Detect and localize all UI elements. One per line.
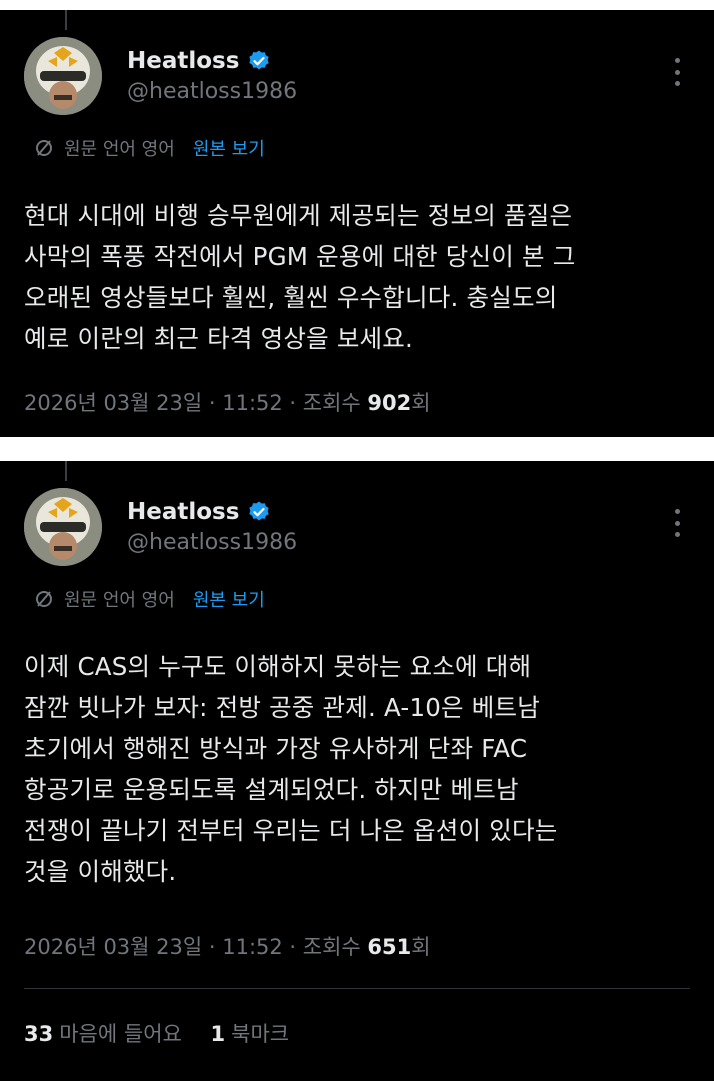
display-name[interactable]: Heatloss [127,48,239,74]
likes-count: 33 [24,1022,54,1046]
thread-line [65,461,67,481]
verified-badge-icon [249,501,270,521]
tweet-meta: 2026년 03월 23일 · 11:52 · 조회수 651회 [24,931,431,961]
view-count: 902 [367,391,412,415]
text-line: 이제 CAS의 누구도 이해하지 못하는 요소에 대해 [24,652,532,681]
text-line: 초기에서 행해진 방식과 가장 유사하게 단좌 FAC [24,734,528,763]
author-row: Heatloss [127,499,271,525]
translate-icon [36,591,52,607]
avatar[interactable] [24,488,102,566]
view-count: 651 [367,935,412,959]
author-row: Heatloss [127,48,271,74]
translated-from-label: 원문 언어 영어 [64,139,175,160]
bookmarks-label: 북마크 [231,1022,290,1046]
tweet-text: 이제 CAS의 누구도 이해하지 못하는 요소에 대해 잠깐 빗나가 보자: 전… [24,646,694,892]
text-line: 잠깐 빗나가 보자: 전방 공중 관제. A-10은 베트남 [24,693,540,722]
text-line: 현대 시대에 비행 승무원에게 제공되는 정보의 품질은 [24,201,573,230]
tweet-text: 현대 시대에 비행 승무원에게 제공되는 정보의 품질은 사막의 폭풍 작전에서… [24,195,694,359]
tweet-meta: 2026년 03월 23일 · 11:52 · 조회수 902회 [24,387,431,417]
translation-row: 원문 언어 영어 원본 보기 [34,586,265,612]
bookmarks-stat[interactable]: 1 북마크 [211,1022,290,1046]
timestamp[interactable]: 2026년 03월 23일 · 11:52 · 조회수 [24,391,367,415]
view-suffix: 회 [411,935,431,959]
text-line: 것을 이해했다. [24,857,177,886]
verified-badge-icon [249,50,270,70]
likes-stat[interactable]: 33 마음에 들어요 [24,1022,182,1046]
handle[interactable]: @heatloss1986 [127,530,297,555]
display-name[interactable]: Heatloss [127,499,239,525]
text-line: 항공기로 운용되도록 설계되었다. 하지만 베트남 [24,775,519,804]
show-original-link[interactable]: 원본 보기 [193,586,265,612]
translated-from-label: 원문 언어 영어 [64,590,175,611]
more-options-icon[interactable] [674,509,680,537]
translation-row: 원문 언어 영어 원본 보기 [34,135,265,161]
divider [24,988,690,989]
translate-icon [36,140,52,156]
text-line: 사막의 폭풍 작전에서 PGM 운용에 대한 당신이 본 그 [24,242,576,271]
view-suffix: 회 [411,391,431,415]
bookmarks-count: 1 [210,1022,226,1046]
likes-label: 마음에 들어요 [59,1022,182,1046]
text-line: 전쟁이 끝나기 전부터 우리는 더 나은 옵션이 있다는 [24,816,558,845]
show-original-link[interactable]: 원본 보기 [193,135,265,161]
tweet-card-2: Heatloss @heatloss1986 원문 언어 영어 원본 보기 이제… [0,461,714,1081]
text-line: 오래된 영상들보다 훨씬, 훨씬 우수합니다. 충실도의 [24,283,558,312]
thread-line [65,10,67,30]
more-options-icon[interactable] [674,58,680,86]
engagement-stats: 33 마음에 들어요 1 북마크 [24,1018,289,1048]
text-line: 예로 이란의 최근 타격 영상을 보세요. [24,324,414,353]
handle[interactable]: @heatloss1986 [127,79,297,104]
avatar[interactable] [24,37,102,115]
timestamp[interactable]: 2026년 03월 23일 · 11:52 · 조회수 [24,935,367,959]
tweet-card-1: Heatloss @heatloss1986 원문 언어 영어 원본 보기 현대… [0,10,714,437]
